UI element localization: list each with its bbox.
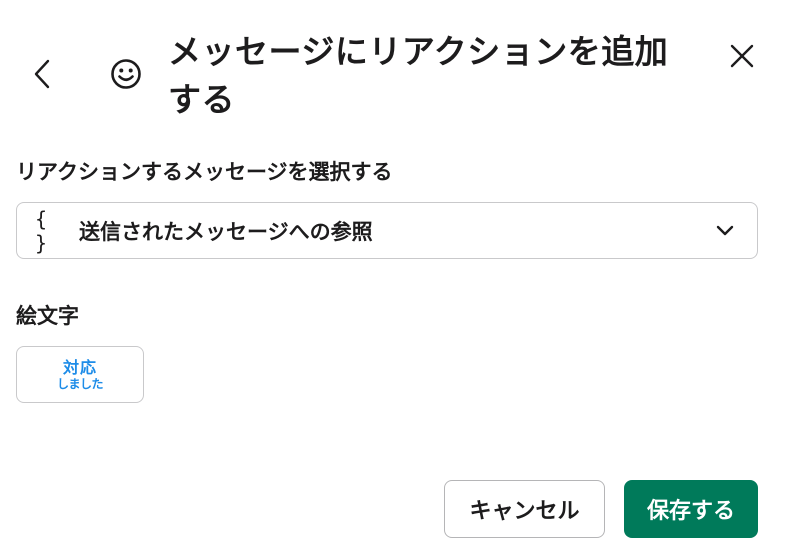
message-select[interactable]: { } 送信されたメッセージへの参照 — [16, 202, 758, 259]
message-field-label: リアクションするメッセージを選択する — [16, 160, 393, 184]
add-reaction-dialog: メッセージにリアクションを追加する リアクションするメッセージを選択する { }… — [0, 0, 788, 548]
close-button[interactable] — [720, 34, 764, 78]
close-x-icon — [730, 44, 754, 68]
emoji-field-label: 絵文字 — [16, 304, 79, 328]
back-button[interactable] — [22, 52, 62, 96]
emoji-line-2: しました — [56, 376, 104, 391]
save-button[interactable]: 保存する — [624, 480, 758, 538]
emoji-line-1: 対応 — [62, 357, 97, 377]
message-select-value: 送信されたメッセージへの参照 — [79, 219, 373, 244]
dialog-title: メッセージにリアクションを追加する — [168, 32, 669, 119]
chevron-left-icon — [34, 59, 50, 89]
curly-braces-icon: { } — [35, 206, 51, 255]
smiley-face-icon — [108, 56, 144, 92]
custom-emoji-taiou-shimashita: 対応 しました — [56, 357, 104, 391]
chevron-down-icon — [715, 221, 735, 241]
emoji-picker-button[interactable]: 対応 しました — [16, 346, 144, 403]
cancel-button[interactable]: キャンセル — [444, 480, 605, 538]
